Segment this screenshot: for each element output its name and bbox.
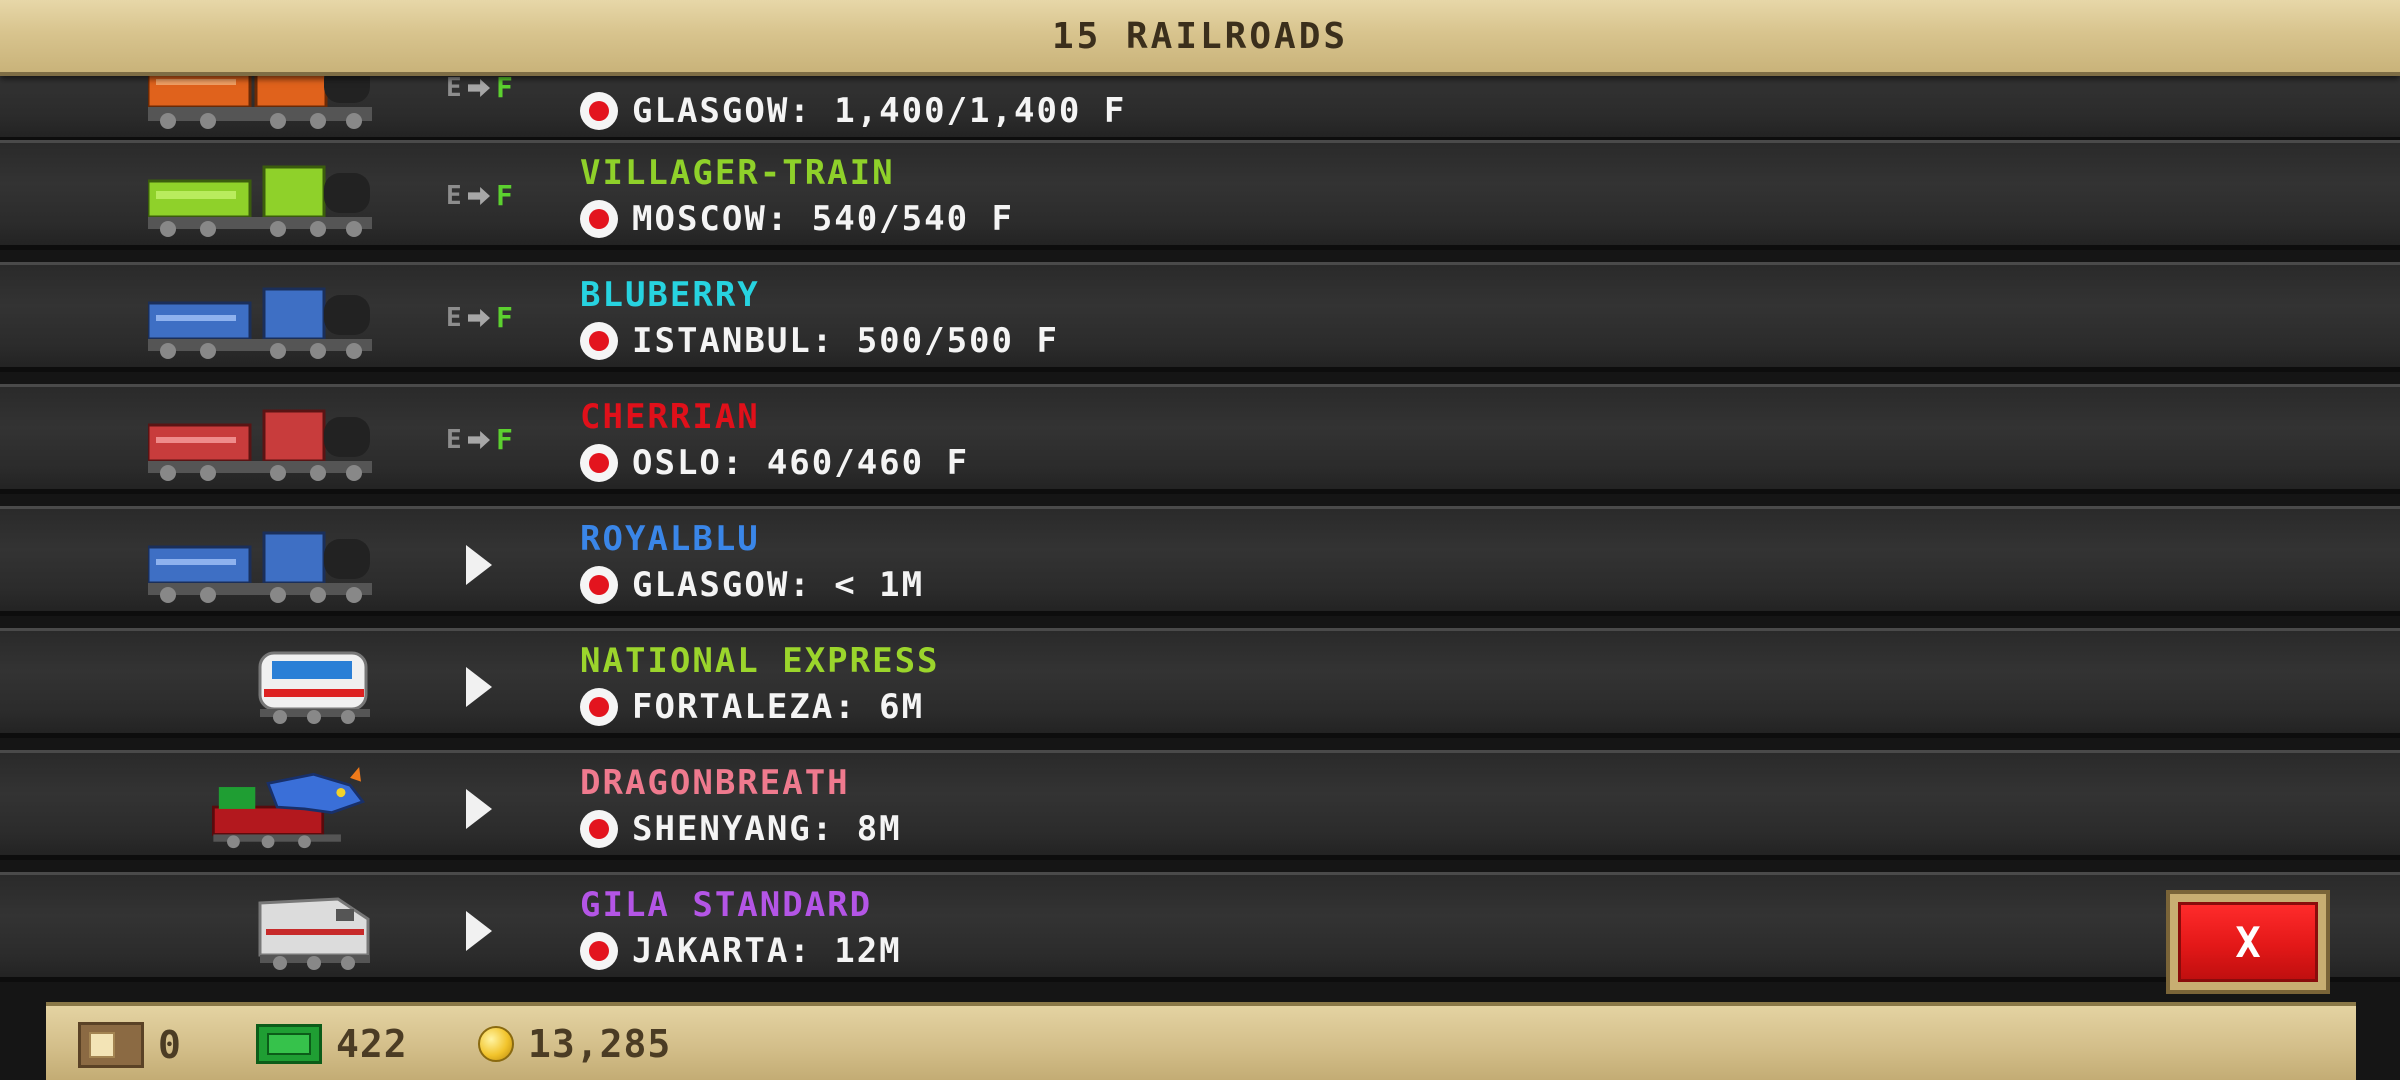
destination: JAKARTA: 12M	[580, 931, 902, 971]
railroad-row[interactable]: GILA STANDARD JAKARTA: 12M	[0, 872, 2400, 982]
railroad-row[interactable]: ROYALBLU GLASGOW: < 1M	[0, 506, 2400, 616]
red-steam-train-icon	[148, 409, 372, 481]
destination: MOSCOW: 540/540 F	[580, 199, 1014, 239]
railroad-name: BLUBERRY	[580, 275, 760, 315]
tickets-counter: 0	[78, 1022, 182, 1068]
railroad-list: EF GLASGOW: 1,400/1,400 F EF VILLAGER-TR…	[0, 0, 2400, 1000]
page-title: 15 RAILROADS	[1051, 15, 1349, 57]
coins-counter: 13,285	[478, 1022, 671, 1066]
transfer-icon	[468, 309, 490, 327]
location-pin-icon	[580, 810, 618, 848]
cash-icon	[256, 1024, 322, 1064]
railroad-name: CHERRIAN	[580, 397, 760, 437]
close-icon[interactable]: X	[2178, 902, 2318, 982]
railroad-name: NATIONAL EXPRESS	[580, 641, 940, 681]
destination: FORTALEZA: 6M	[580, 687, 924, 727]
destination: ISTANBUL: 500/500 F	[580, 321, 1059, 361]
play-arrow-icon[interactable]	[466, 911, 492, 951]
railroad-row[interactable]: EF VILLAGER-TRAIN MOSCOW: 540/540 F	[0, 140, 2400, 250]
destination: GLASGOW: 1,400/1,400 F	[580, 91, 1126, 131]
green-steam-train-icon	[148, 165, 372, 237]
destination: GLASGOW: < 1M	[580, 565, 924, 605]
blue-steam-train-icon	[148, 287, 372, 359]
ticket-icon	[78, 1022, 144, 1068]
location-pin-icon	[580, 444, 618, 482]
location-pin-icon	[580, 932, 618, 970]
silver-diesel-train-icon	[258, 897, 370, 970]
railroad-row[interactable]: EF BLUBERRY ISTANBUL: 500/500 F	[0, 262, 2400, 372]
location-pin-icon	[580, 688, 618, 726]
status-full-indicator: EF	[446, 423, 513, 456]
railroad-name: GILA STANDARD	[580, 885, 873, 925]
header-bar: 15 RAILROADS	[0, 0, 2400, 76]
railroad-name: DRAGONBREATH	[580, 763, 850, 803]
location-pin-icon	[580, 322, 618, 360]
location-pin-icon	[580, 200, 618, 238]
status-full-indicator: EF	[446, 179, 513, 212]
location-pin-icon	[580, 92, 618, 130]
blue-steam-train-icon	[148, 531, 372, 603]
transfer-icon	[468, 79, 490, 97]
railroad-row[interactable]: DRAGONBREATH SHENYANG: 8M	[0, 750, 2400, 860]
railroad-name: VILLAGER-TRAIN	[580, 153, 895, 193]
white-diesel-train-icon	[258, 651, 370, 724]
status-full-indicator: EF	[446, 301, 513, 334]
location-pin-icon	[580, 566, 618, 604]
dragon-train-icon	[212, 767, 366, 849]
railroad-row[interactable]: NATIONAL EXPRESS FORTALEZA: 6M	[0, 628, 2400, 738]
coin-icon	[478, 1026, 514, 1062]
play-arrow-icon[interactable]	[466, 545, 492, 585]
play-arrow-icon[interactable]	[466, 789, 492, 829]
resource-bar: 0 422 13,285	[46, 1002, 2356, 1080]
play-arrow-icon[interactable]	[466, 667, 492, 707]
railroad-name: ROYALBLU	[580, 519, 760, 559]
cash-counter: 422	[256, 1022, 408, 1066]
transfer-icon	[468, 431, 490, 449]
destination: SHENYANG: 8M	[580, 809, 902, 849]
railroad-row[interactable]: EF CHERRIAN OSLO: 460/460 F	[0, 384, 2400, 494]
close-button[interactable]: X	[2166, 890, 2330, 994]
destination: OSLO: 460/460 F	[580, 443, 969, 483]
transfer-icon	[468, 187, 490, 205]
